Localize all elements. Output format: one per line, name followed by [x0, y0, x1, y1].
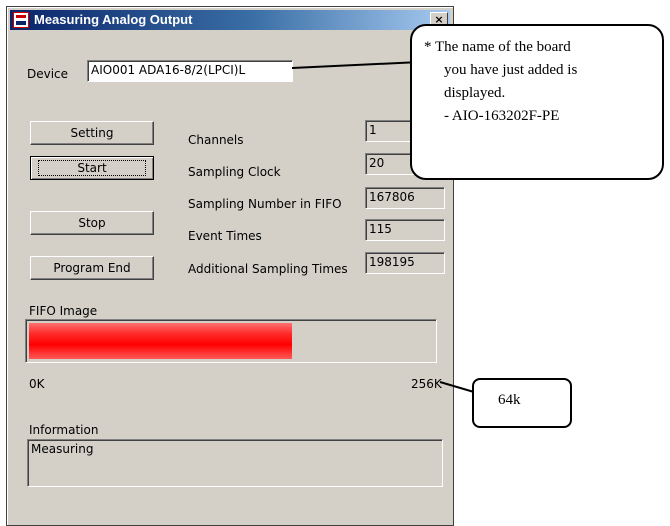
- app-icon: [13, 12, 29, 28]
- device-label: Device: [27, 67, 69, 81]
- fifo-min-label: 0K: [29, 377, 45, 391]
- fifo-count-label: Sampling Number in FIFO: [188, 197, 342, 211]
- callout-line-2: you have just added is: [444, 62, 578, 78]
- fifo-progress-bar: [25, 319, 437, 363]
- device-name-callout: * The name of the board you have just ad…: [410, 24, 664, 180]
- callout-line-1: * The name of the board: [424, 39, 571, 55]
- additional-sampling-label: Additional Sampling Times: [188, 262, 348, 276]
- window-title: Measuring Analog Output: [34, 12, 193, 27]
- channels-label: Channels: [188, 133, 244, 147]
- fifo-size-callout: 64k: [472, 378, 572, 428]
- information-box: Measuring: [27, 439, 443, 487]
- setting-button[interactable]: Setting: [30, 121, 154, 145]
- title-bar[interactable]: Measuring Analog Output ×: [10, 10, 450, 30]
- event-times-value: 115: [365, 219, 445, 241]
- start-button[interactable]: Start: [30, 156, 154, 180]
- device-field[interactable]: AIO001 ADA16-8/2(LPCI)L: [87, 60, 293, 82]
- callout-line-4: - AIO-163202F-PE: [444, 108, 560, 124]
- fifo-progress-fill: [29, 323, 292, 359]
- information-label: Information: [29, 423, 99, 437]
- start-button-label: Start: [38, 160, 146, 176]
- event-times-label: Event Times: [188, 229, 262, 243]
- sampling-clock-label: Sampling Clock: [188, 165, 281, 179]
- stop-button[interactable]: Stop: [30, 211, 154, 235]
- fifo-max-label: 256K: [411, 377, 442, 391]
- program-end-button[interactable]: Program End: [30, 256, 154, 280]
- measuring-dialog: Measuring Analog Output × Device AIO001 …: [6, 6, 454, 526]
- fifo-image-label: FIFO Image: [29, 304, 98, 318]
- callout-line-3: displayed.: [444, 85, 506, 101]
- additional-sampling-value: 198195: [365, 252, 445, 274]
- fifo-count-value: 167806: [365, 187, 445, 209]
